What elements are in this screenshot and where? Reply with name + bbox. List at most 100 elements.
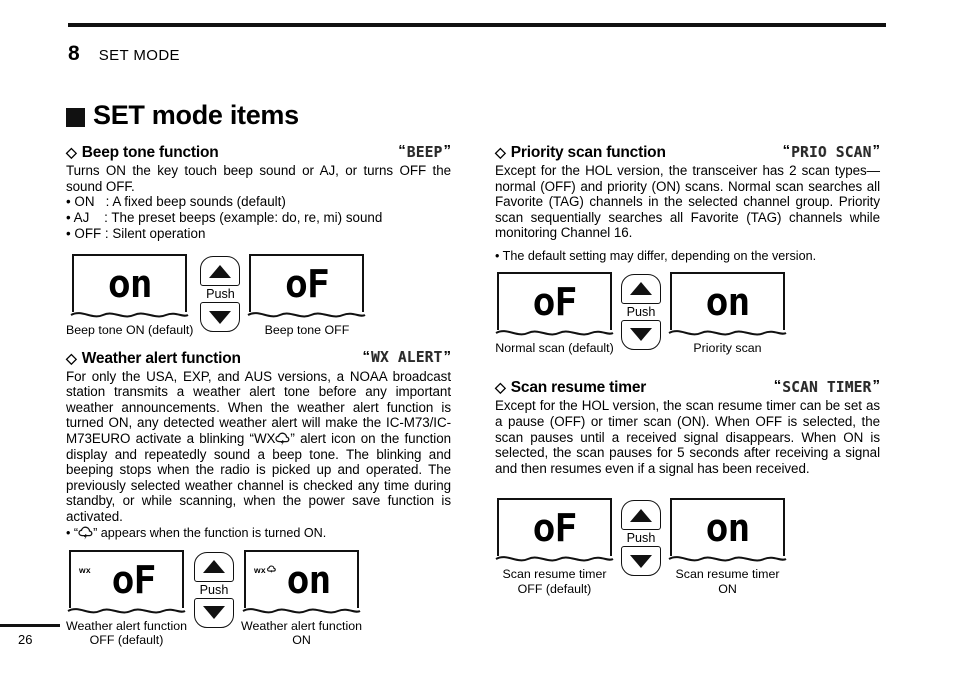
beep-option-aj: • AJ : The preset beeps (example: do, re… bbox=[66, 210, 383, 226]
quote-close: ” bbox=[443, 142, 452, 159]
torn-edge-icon bbox=[495, 330, 614, 336]
caption-wx-on: Weather alert function ON bbox=[241, 618, 362, 648]
note-suffix: ” appears when the function is turned ON… bbox=[93, 525, 327, 540]
torn-edge-icon bbox=[668, 556, 787, 562]
lcd-screen-priority-scan: on bbox=[670, 271, 785, 330]
caption-timer-off: Scan resume timer OFF (default) bbox=[502, 567, 607, 596]
beep-option-off: • OFF : Silent operation bbox=[66, 226, 206, 242]
lcd-label-beep-text: BEEP bbox=[406, 144, 443, 161]
caption-wx-off: Weather alert function OFF (default) bbox=[66, 618, 187, 648]
lcd-digits-timer-on: on bbox=[705, 506, 751, 551]
page-title-text: SET mode items bbox=[93, 100, 299, 130]
caption-normal-scan: Normal scan (default) bbox=[495, 340, 614, 355]
push-buttons-beep: Push bbox=[200, 254, 241, 333]
lcd-label-priority-scan: “ PRIO SCAN ” bbox=[782, 142, 880, 161]
down-button-scan-resume-timer[interactable] bbox=[621, 546, 661, 577]
lcd-unit-wx-off: wx oF Weather alert function OFF (defaul… bbox=[66, 549, 187, 648]
figure-scan-resume-timer: oF Scan resume timer OFF (default) Push … bbox=[495, 498, 880, 596]
chapter-title: SET MODE bbox=[98, 47, 180, 64]
lcd-screen-timer-on: on bbox=[670, 498, 785, 557]
lcd-unit-priority-scan: on Priority scan bbox=[668, 271, 787, 356]
quote-open: “ bbox=[362, 347, 371, 365]
down-button-priority-scan[interactable] bbox=[621, 319, 661, 350]
torn-edge-icon bbox=[242, 607, 361, 614]
footer-rule bbox=[0, 624, 60, 627]
torn-edge-icon bbox=[668, 330, 787, 336]
up-button-scan-resume-timer[interactable] bbox=[621, 500, 661, 531]
caption-beep-on: Beep tone ON (default) bbox=[66, 323, 194, 338]
lcd-digits-normal-scan: oF bbox=[532, 279, 578, 324]
caption-priority-scan: Priority scan bbox=[693, 340, 762, 355]
square-bullet-icon bbox=[66, 108, 85, 127]
lcd-unit-timer-on: on Scan resume timer ON bbox=[668, 498, 787, 596]
lcd-unit-beep-on: on Beep tone ON (default) bbox=[66, 254, 193, 338]
section-priority-scan: ◇ Priority scan function “ PRIO SCAN ” E… bbox=[495, 142, 880, 356]
caption-beep-off: Beep tone OFF bbox=[264, 323, 350, 338]
lcd-label-scan-resume-timer-text: SCAN TIMER bbox=[782, 379, 872, 397]
triangle-down-icon bbox=[203, 606, 225, 620]
triangle-up-icon bbox=[209, 264, 232, 278]
section-beep-tone: ◇ Beep tone function “ BEEP ” Turns ON t… bbox=[66, 142, 452, 338]
lcd-digits-beep-off: oF bbox=[285, 262, 330, 307]
up-button-beep[interactable] bbox=[200, 256, 241, 287]
lcd-unit-timer-off: oF Scan resume timer OFF (default) bbox=[495, 498, 614, 596]
lcd-label-scan-resume-timer: “ SCAN TIMER ” bbox=[773, 377, 880, 397]
beep-option-on: • ON : A fixed beep sounds (default) bbox=[66, 194, 286, 210]
lcd-screen-normal-scan: oF bbox=[497, 271, 612, 330]
page-title: SET mode items bbox=[66, 100, 299, 131]
lcd-screen-wx-on: wx on bbox=[244, 549, 359, 608]
section-body-beep: Turns ON the key touch beep sound or AJ,… bbox=[66, 163, 451, 194]
quote-open: “ bbox=[773, 377, 782, 395]
up-button-priority-scan[interactable] bbox=[621, 273, 661, 304]
lcd-label-weather-alert-text: WX ALERT bbox=[371, 349, 443, 367]
push-label-weather-alert: Push bbox=[199, 582, 229, 597]
lcd-digits-wx-on: on bbox=[286, 557, 332, 602]
lcd-screen-beep-on: on bbox=[72, 254, 188, 313]
beep-options-list: • ON : A fixed beep sounds (default) • A… bbox=[66, 194, 451, 242]
weather-alert-cloud-icon bbox=[275, 432, 290, 446]
section-weather-alert: ◇ Weather alert function “ WX ALERT ” Fo… bbox=[66, 347, 451, 648]
left-column: ◇ Beep tone function “ BEEP ” Turns ON t… bbox=[66, 142, 452, 648]
push-label-priority-scan: Push bbox=[626, 304, 656, 319]
section-body-weather-alert: For only the USA, EXP, and AUS versions,… bbox=[66, 369, 451, 525]
lcd-digits-wx-off: oF bbox=[111, 557, 157, 602]
up-button-weather-alert[interactable] bbox=[194, 551, 234, 582]
lcd-label-beep: “ BEEP ” bbox=[398, 142, 452, 161]
section-title-priority-scan: Priority scan function bbox=[510, 144, 666, 161]
torn-edge-icon bbox=[495, 556, 614, 562]
triangle-up-icon bbox=[630, 508, 652, 522]
quote-open: “ bbox=[782, 142, 791, 159]
down-button-beep[interactable] bbox=[200, 302, 241, 333]
section-heading-beep: ◇ Beep tone function “ BEEP ” bbox=[66, 142, 452, 162]
lcd-unit-beep-off: oF Beep tone OFF bbox=[247, 254, 366, 338]
section-body-scan-resume-timer: Except for the HOL version, the scan res… bbox=[495, 398, 880, 476]
priority-scan-note: • The default setting may differ, depend… bbox=[495, 248, 817, 263]
lcd-digits-beep-on: on bbox=[107, 262, 153, 307]
push-label-scan-resume-timer: Push bbox=[626, 531, 656, 546]
section-title-beep: Beep tone function bbox=[81, 144, 219, 161]
torn-edge-icon bbox=[247, 312, 366, 318]
diamond-bullet-icon: ◇ bbox=[66, 349, 77, 366]
down-button-weather-alert[interactable] bbox=[194, 597, 234, 628]
figure-beep-tone: on Beep tone ON (default) Push oF Beep t… bbox=[66, 254, 451, 338]
running-head: 8 SET MODE bbox=[68, 42, 180, 66]
triangle-up-icon bbox=[630, 282, 652, 296]
section-title-scan-resume-timer: Scan resume timer bbox=[510, 379, 647, 397]
lcd-label-weather-alert: “ WX ALERT ” bbox=[362, 347, 451, 367]
diamond-bullet-icon: ◇ bbox=[495, 379, 506, 396]
triangle-down-icon bbox=[209, 310, 232, 324]
lcd-unit-wx-on: wx on Weather alert function ON bbox=[241, 549, 362, 648]
quote-open: “ bbox=[398, 142, 406, 159]
lcd-screen-wx-off: wx oF bbox=[69, 549, 184, 608]
diamond-bullet-icon: ◇ bbox=[495, 144, 506, 160]
weather-alert-note: • “ ” appears when the function is turned… bbox=[66, 525, 451, 541]
section-heading-weather-alert: ◇ Weather alert function “ WX ALERT ” bbox=[66, 347, 451, 368]
section-title-weather-alert: Weather alert function bbox=[81, 349, 241, 367]
chapter-number: 8 bbox=[68, 42, 80, 65]
triangle-down-icon bbox=[630, 328, 652, 342]
push-label-beep: Push bbox=[206, 287, 235, 302]
lcd-label-priority-scan-text: PRIO SCAN bbox=[791, 144, 872, 161]
push-buttons-priority-scan: Push bbox=[621, 272, 661, 350]
right-column: ◇ Priority scan function “ PRIO SCAN ” E… bbox=[495, 142, 880, 596]
cloud-icon bbox=[78, 526, 93, 540]
